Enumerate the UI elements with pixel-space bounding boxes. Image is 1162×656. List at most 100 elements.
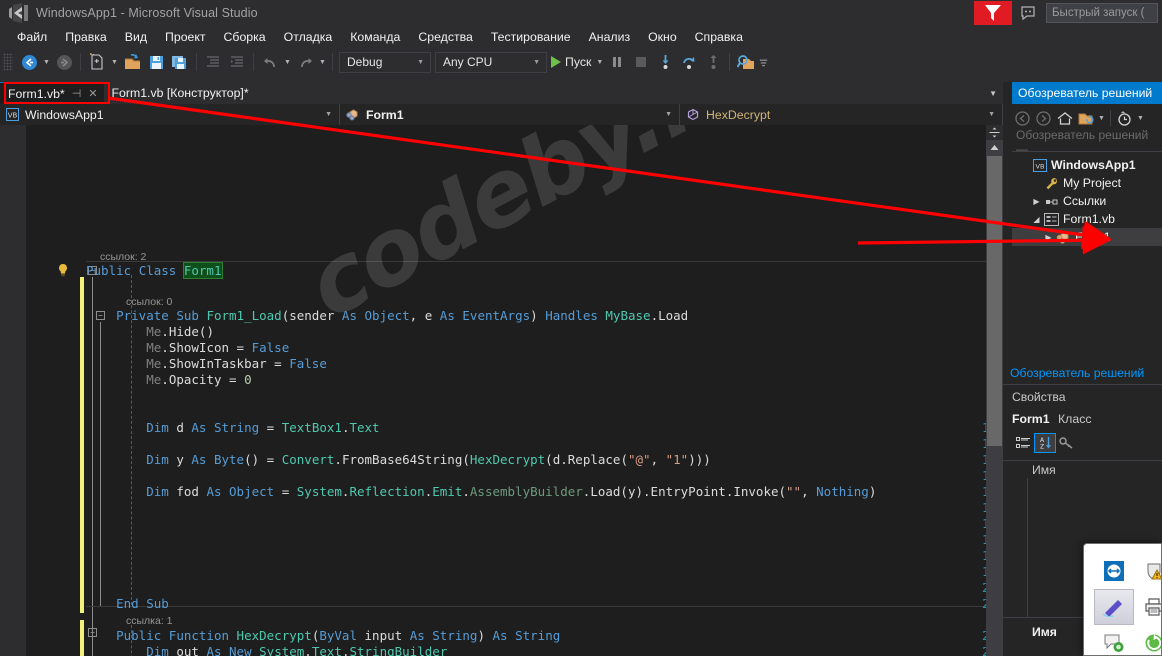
step-over-icon[interactable] [678,51,700,73]
step-into-icon[interactable] [654,51,676,73]
navbar-member-combo[interactable]: HexDecrypt ▼ [680,104,1003,125]
pen-tool-icon[interactable] [1094,589,1134,625]
chevron-down-icon[interactable]: ▼ [989,89,997,98]
stop-icon[interactable] [630,51,652,73]
code-line-10[interactable]: Dim d As String = TextBox1.Text [86,420,379,436]
code-line-1[interactable]: Public Class Form1 [86,262,223,279]
menu-item-analyze[interactable]: Анализ [580,28,640,46]
back-icon[interactable] [1012,108,1033,129]
decrease-indent-icon[interactable] [202,51,224,73]
code-line-23[interactable]: Dim out As New System.Text.StringBuilder [86,644,447,656]
solution-explorer-dock-tab[interactable]: Обозреватель решений [1012,82,1162,104]
properties-object-type: Класс [1058,412,1092,426]
navbar-type-combo[interactable]: Form1 ▼ [340,104,680,125]
start-debug-caret-icon[interactable]: ▼ [594,51,605,73]
code-line-12[interactable]: Dim y As Byte() = Convert.FromBase64Stri… [86,452,711,468]
chevron-down-icon: ▼ [665,111,672,118]
code-editor[interactable]: − − − − codeby.net 123456789101112131415… [0,125,1003,656]
code-line-4[interactable]: Me.Hide() [86,324,214,340]
chevron-right-icon[interactable]: ▶ [1042,228,1055,246]
solution-configuration-combo[interactable]: Debug ▼ [339,51,431,73]
navigate-back-icon[interactable] [18,51,40,73]
menu-item-test[interactable]: Тестирование [482,28,580,46]
menu-item-tools[interactable]: Средства [409,28,481,46]
code-line-5[interactable]: Me.ShowIcon = False [86,340,289,356]
solution-tree[interactable]: VB WindowsApp1 My Project ▶ Ссылки ◢ Form1.vb ▶… [1012,156,1162,246]
solution-explorer-search-box[interactable]: Обозреватель решений — [1012,128,1162,156]
menu-item-debug[interactable]: Отладка [275,28,342,46]
home-icon[interactable] [1054,108,1075,129]
quick-launch-input[interactable]: Быстрый запуск ( [1046,3,1158,23]
shield-warning-icon[interactable] [1134,553,1161,589]
chevron-right-icon[interactable]: ▶ [1030,192,1043,210]
increase-indent-icon[interactable] [226,51,248,73]
code-line-14[interactable]: Dim fod As Object = System.Reflection.Em… [86,484,876,500]
editor-split-handle[interactable] [986,125,1003,140]
step-out-icon[interactable] [702,51,724,73]
solution-tree-item-form1-vb[interactable]: ◢ Form1.vb [1012,210,1162,228]
undo-icon[interactable] [259,51,281,73]
code-line-22[interactable]: Public Function HexDecrypt(ByVal input A… [86,628,560,644]
chevron-down-icon[interactable]: ▼ [1135,108,1146,129]
notification-icons-popup[interactable] [1083,543,1162,656]
properties-dock-tab[interactable]: Обозреватель решений [1010,363,1144,383]
refresh-green-icon[interactable] [1134,625,1161,655]
navigate-back-caret-icon[interactable]: ▼ [41,51,52,73]
pause-icon[interactable] [606,51,628,73]
menu-item-build[interactable]: Сборка [215,28,275,46]
scroll-up-arrow-icon[interactable] [986,140,1003,154]
menu-item-file[interactable]: Файл [8,28,56,46]
quick-actions-lightbulb-icon[interactable] [56,263,70,277]
navigate-forward-icon[interactable] [53,51,75,73]
solution-tree-item-windowsapp1[interactable]: VB WindowsApp1 [1012,156,1162,174]
chevron-down-icon[interactable]: ◢ [1030,210,1043,228]
undo-caret-icon[interactable]: ▼ [282,51,293,73]
navbar-project-combo[interactable]: VB WindowsApp1 ▼ [0,104,340,125]
tab-form1-vb-designer[interactable]: Form1.vb [Конструктор]* [104,82,255,104]
categorized-view-icon[interactable] [1012,433,1034,453]
properties-key-icon[interactable] [1056,433,1078,453]
code-text[interactable]: Public Class Form1 Private Sub Form1_Loa… [86,125,1003,656]
send-smile-icon[interactable] [1014,1,1040,25]
solution-platform-combo[interactable]: Any CPU ▼ [435,51,547,73]
sync-with-active-document-icon[interactable] [1075,108,1096,129]
printer-icon[interactable] [1134,589,1161,625]
solution-tree-item-form1[interactable]: ▶ Form1 [1012,228,1162,246]
svg-text:VB: VB [8,112,18,120]
new-project-caret-icon[interactable]: ▼ [109,51,120,73]
menu-item-team[interactable]: Команда [341,28,409,46]
solution-tree-item--[interactable]: ▶ Ссылки [1012,192,1162,210]
toolbar-overflow-icon[interactable] [758,51,769,73]
scrollbar-thumb[interactable] [987,156,1002,446]
chevron-down-icon[interactable]: ▼ [1096,108,1107,129]
alphabetical-sort-icon[interactable]: A Z [1034,433,1056,453]
pending-changes-icon[interactable] [1114,108,1135,129]
save-all-icon[interactable] [169,51,191,73]
forward-icon[interactable] [1033,108,1054,129]
new-project-icon[interactable] [86,51,108,73]
code-line-7[interactable]: Me.Opacity = 0 [86,372,251,388]
find-in-files-icon[interactable] [735,51,757,73]
class-icon [1055,231,1072,244]
solution-tree-item-my-project[interactable]: My Project [1012,174,1162,192]
toolbar-grip[interactable] [3,53,13,71]
redo-icon[interactable] [294,51,316,73]
code-line-21[interactable]: End Sub [86,596,169,612]
code-line-6[interactable]: Me.ShowInTaskbar = False [86,356,327,372]
message-sync-icon[interactable] [1094,625,1134,655]
menu-item-edit[interactable]: Правка [56,28,116,46]
menu-item-window[interactable]: Окно [639,28,686,46]
menu-item-help[interactable]: Справка [686,28,752,46]
properties-grid-column-divider[interactable] [1027,478,1028,617]
editor-vertical-scrollbar[interactable] [986,125,1003,656]
code-line-3[interactable]: Private Sub Form1_Load(sender As Object,… [86,308,688,324]
open-file-icon[interactable] [121,51,143,73]
menu-item-view[interactable]: Вид [116,28,156,46]
form-file-icon [1043,212,1060,226]
redo-caret-icon[interactable]: ▼ [317,51,328,73]
menu-item-project[interactable]: Проект [156,28,215,46]
save-icon[interactable] [145,51,167,73]
teamviewer-icon[interactable] [1094,553,1134,589]
start-debug-button[interactable]: Пуск [549,51,594,73]
feedback-flag-icon[interactable] [974,1,1012,25]
